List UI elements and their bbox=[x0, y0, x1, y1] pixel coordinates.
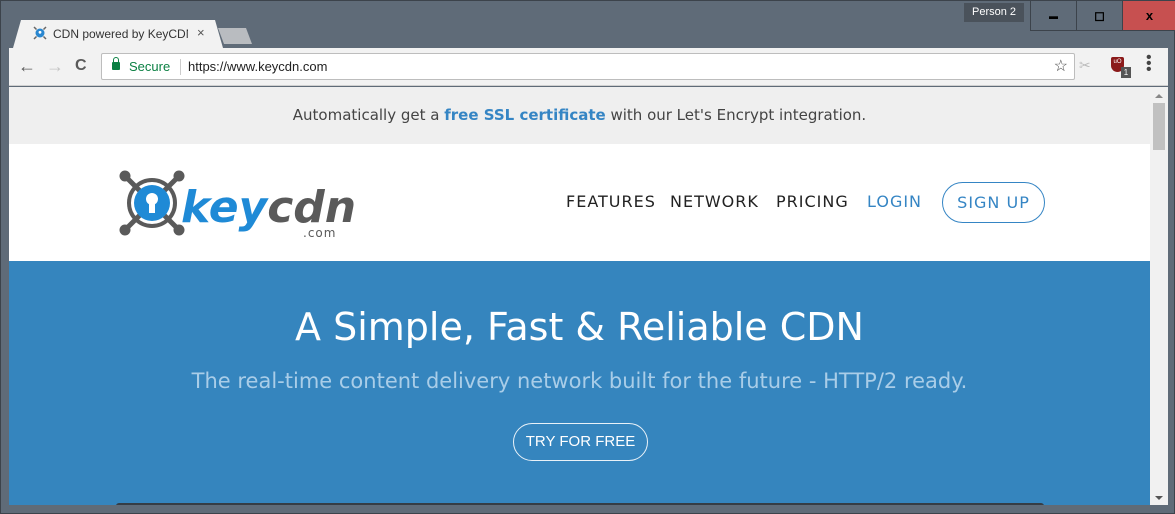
browser-toolbar: ← → C Secure https://www.keycdn.com ☆ ✂ … bbox=[9, 48, 1168, 86]
omnibox-separator bbox=[180, 59, 181, 75]
vertical-scrollbar[interactable] bbox=[1150, 87, 1168, 505]
hero-title: A Simple, Fast & Reliable CDN bbox=[295, 305, 864, 349]
try-for-free-button[interactable]: TRY FOR FREE bbox=[513, 423, 648, 461]
scissors-icon[interactable]: ✂ bbox=[1079, 57, 1091, 74]
keyhole-logo-icon bbox=[119, 170, 185, 236]
site-header: keycdn .com FEATURES NETWORK PRICING LOG… bbox=[9, 144, 1150, 261]
secure-label: Secure bbox=[129, 59, 171, 74]
back-arrow-icon[interactable]: ← bbox=[18, 56, 36, 77]
maximize-icon: ◻ bbox=[1094, 7, 1105, 23]
new-tab-button[interactable] bbox=[218, 28, 252, 44]
keycdn-logo[interactable]: keycdn .com bbox=[115, 166, 355, 241]
title-bar: CDN powered by KeyCDN × Person 2 ▬ ◻ x bbox=[1, 1, 1175, 48]
ublock-badge: 1 bbox=[1121, 67, 1131, 78]
forward-arrow-icon[interactable]: → bbox=[46, 56, 64, 77]
page-viewport: Automatically get a free SSL certificate… bbox=[9, 87, 1150, 505]
nav-pricing[interactable]: PRICING bbox=[776, 192, 849, 211]
logo-domain: .com bbox=[303, 226, 336, 240]
tab-title: CDN powered by KeyCDN bbox=[53, 27, 188, 41]
reload-icon[interactable]: C bbox=[75, 57, 87, 75]
announcement-suffix: with our Let's Encrypt integration. bbox=[605, 106, 867, 124]
nav-login[interactable]: LOGIN bbox=[867, 192, 922, 211]
scroll-down-arrow-icon[interactable] bbox=[1155, 496, 1163, 500]
hero-subtitle: The real-time content delivery network b… bbox=[191, 369, 968, 393]
url-text[interactable]: https://www.keycdn.com bbox=[188, 59, 327, 74]
hero-section: A Simple, Fast & Reliable CDN The real-t… bbox=[9, 261, 1150, 505]
minimize-icon: ▬ bbox=[1049, 10, 1058, 21]
browser-window: CDN powered by KeyCDN × Person 2 ▬ ◻ x ←… bbox=[0, 0, 1175, 514]
maximize-button[interactable]: ◻ bbox=[1076, 1, 1122, 31]
menu-dots-icon[interactable]: • • • bbox=[1146, 50, 1152, 78]
nav-network[interactable]: NETWORK bbox=[670, 192, 759, 211]
announcement-bar: Automatically get a free SSL certificate… bbox=[9, 87, 1150, 144]
tab-active[interactable]: CDN powered by KeyCDN × bbox=[13, 20, 223, 48]
sign-up-button[interactable]: SIGN UP bbox=[942, 182, 1045, 223]
laptop-image bbox=[116, 503, 1044, 505]
bookmark-star-icon[interactable]: ☆ bbox=[1054, 56, 1068, 76]
scroll-up-arrow-icon[interactable] bbox=[1155, 94, 1163, 98]
scrollbar-thumb[interactable] bbox=[1153, 103, 1165, 150]
minimize-button[interactable]: ▬ bbox=[1030, 1, 1076, 31]
close-icon: x bbox=[1145, 8, 1154, 23]
close-window-button[interactable]: x bbox=[1122, 1, 1175, 31]
nav-features[interactable]: FEATURES bbox=[566, 192, 656, 211]
profile-button[interactable]: Person 2 bbox=[964, 3, 1024, 22]
address-bar[interactable]: Secure https://www.keycdn.com ☆ bbox=[101, 53, 1075, 80]
announcement-prefix: Automatically get a bbox=[292, 106, 445, 124]
keycdn-favicon-icon bbox=[33, 26, 47, 40]
ssl-link[interactable]: free SSL certificate bbox=[444, 106, 605, 124]
lock-icon bbox=[112, 57, 120, 70]
tab-close-icon[interactable]: × bbox=[197, 25, 205, 40]
